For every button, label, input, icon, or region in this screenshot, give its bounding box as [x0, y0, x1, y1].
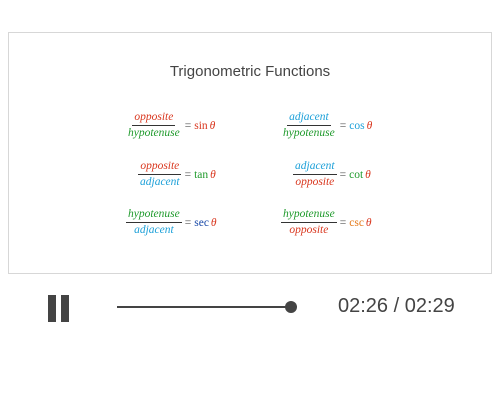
theta-symbol: θ: [209, 119, 216, 132]
numerator: opposite: [138, 160, 182, 175]
equals-sign: =: [339, 216, 347, 229]
progress-knob[interactable]: [285, 301, 298, 313]
numerator: adjacent: [293, 160, 337, 175]
function-name: cos: [349, 119, 365, 132]
pause-bar-left: [48, 295, 56, 322]
formula-cos: adjacent hypotenuse = cos θ: [281, 111, 372, 140]
numerator: adjacent: [287, 111, 331, 126]
equals-sign: =: [339, 168, 347, 181]
fraction: adjacent hypotenuse: [281, 111, 337, 140]
numerator: opposite: [132, 111, 176, 126]
fraction: opposite hypotenuse: [126, 111, 182, 140]
denominator: opposite: [295, 176, 335, 188]
denominator: opposite: [289, 224, 329, 236]
function-name: csc: [349, 216, 364, 229]
pause-icon[interactable]: [48, 295, 72, 323]
formula-csc: hypotenuse opposite = csc θ: [281, 208, 372, 237]
function-name: sin: [194, 119, 208, 132]
equals-sign: =: [184, 119, 192, 132]
fraction: opposite adjacent: [138, 160, 182, 189]
denominator: adjacent: [134, 224, 174, 236]
denominator: hypotenuse: [283, 127, 335, 139]
player-controls: 02:26 / 02:29: [0, 285, 500, 330]
function-name: sec: [194, 216, 209, 229]
formula-tan: opposite adjacent = tan θ: [138, 160, 216, 189]
denominator: hypotenuse: [128, 127, 180, 139]
theta-symbol: θ: [365, 216, 372, 229]
function-name: cot: [349, 168, 364, 181]
slide-viewport: Trigonometric Functions opposite hypoten…: [8, 32, 492, 274]
theta-symbol: θ: [210, 168, 216, 181]
pause-bar-right: [61, 295, 69, 322]
function-name: tan: [194, 168, 209, 181]
equals-sign: =: [339, 119, 347, 132]
theta-symbol: θ: [366, 119, 373, 132]
denominator: adjacent: [140, 176, 180, 188]
theta-symbol: θ: [210, 216, 217, 229]
theta-symbol: θ: [365, 168, 371, 181]
formula-sec: hypotenuse adjacent = sec θ: [126, 208, 217, 237]
equals-sign: =: [184, 216, 192, 229]
time-display: 02:26 / 02:29: [338, 295, 455, 317]
numerator: hypotenuse: [281, 208, 337, 223]
formula-sin: opposite hypotenuse = sin θ: [126, 111, 215, 140]
fraction: hypotenuse adjacent: [126, 208, 182, 237]
fraction: hypotenuse opposite: [281, 208, 337, 237]
numerator: hypotenuse: [126, 208, 182, 223]
fraction: adjacent opposite: [293, 160, 337, 189]
equals-sign: =: [184, 168, 192, 181]
slide-title: Trigonometric Functions: [169, 63, 331, 80]
progress-track[interactable]: [117, 301, 298, 313]
formula-cot: adjacent opposite = cot θ: [293, 160, 371, 189]
